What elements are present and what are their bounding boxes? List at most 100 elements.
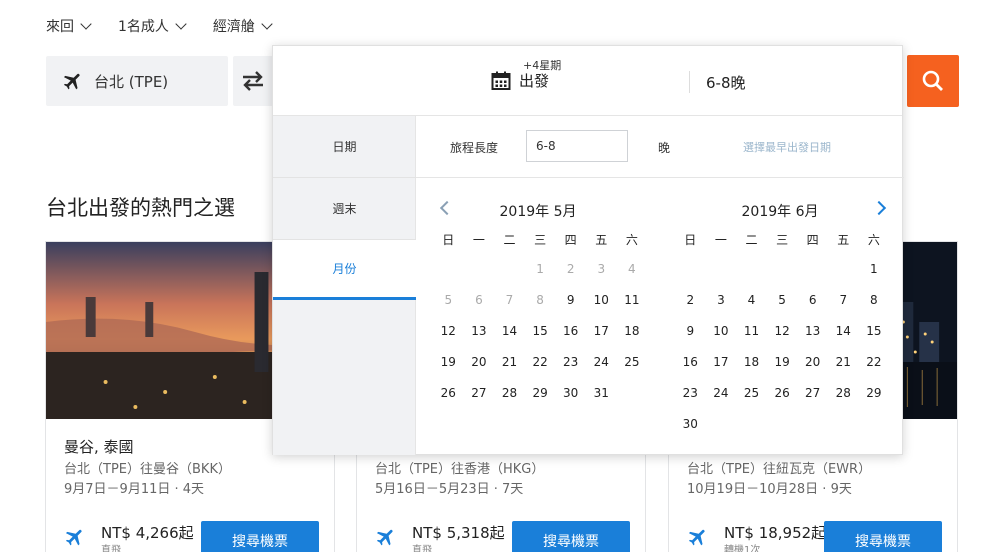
trip-length-input[interactable]: 6-8 [526,130,628,162]
search-flights-button[interactable]: 搜尋機票 [201,521,319,552]
calendar-empty-cell [433,262,464,276]
calendar-day[interactable]: 19 [767,355,798,369]
calendar-day[interactable]: 11 [617,293,648,307]
travelers-label: 1名成人 [118,19,169,35]
calendar-week-row: 5 6 7 8 9 10 11 [433,293,647,307]
calendar-day[interactable]: 27 [797,386,828,400]
calendar-day[interactable]: 26 [433,386,464,400]
tab-date[interactable]: 日期 [273,116,416,178]
calendar-day[interactable]: 10 [706,324,737,338]
calendar-day[interactable]: 11 [736,324,767,338]
calendar-day[interactable]: 24 [706,386,737,400]
tab-weekend[interactable]: 週末 [273,178,416,240]
weekday-label: 六 [867,233,880,247]
trip-type-dropdown[interactable]: 來回 [46,16,92,36]
month-title: 2019年 5月 [499,204,577,220]
calendar-day[interactable]: 5 [767,293,798,307]
calendar-empty-cell [706,262,737,276]
calendar-day[interactable]: 12 [767,324,798,338]
calendar-day[interactable]: 26 [767,386,798,400]
calendar-day[interactable]: 16 [555,324,586,338]
search-flights-button[interactable]: 搜尋機票 [824,521,942,552]
calendar-day[interactable]: 9 [675,324,706,338]
calendar-day[interactable]: 15 [525,324,556,338]
calendar-day[interactable]: 25 [736,386,767,400]
calendar-day[interactable]: 17 [586,324,617,338]
calendar-day[interactable]: 18 [736,355,767,369]
calendar-day[interactable]: 22 [525,355,556,369]
calendar-day[interactable]: 29 [525,386,556,400]
calendar-day[interactable]: 20 [797,355,828,369]
card-route: 台北（TPE）往香港（HKG） [375,462,545,477]
calendar-day[interactable]: 6 [797,293,828,307]
card-dates: 5月16日－5月23日 · 7天 [375,482,524,497]
calendar-day[interactable]: 13 [464,324,495,338]
calendar-week-row: 16 17 18 19 20 21 22 [675,355,889,369]
weekday-header: 日一二三四五六 [675,231,889,248]
weekday-label: 二 [503,233,516,247]
weekday-label: 日 [442,233,455,247]
swap-button[interactable] [233,56,273,106]
search-flights-button[interactable]: 搜尋機票 [512,521,630,552]
search-button[interactable] [907,55,959,107]
cabin-dropdown[interactable]: 經濟艙 [213,16,273,36]
calendar-week-row: 30 [675,417,889,431]
calendar-day[interactable]: 13 [797,324,828,338]
calendar-day[interactable]: 28 [494,386,525,400]
calendar-empty-cell [494,262,525,276]
calendar-day[interactable]: 1 [859,262,890,276]
calendar-day[interactable]: 23 [675,386,706,400]
calendar-day: 7 [505,293,514,307]
calendar-day[interactable]: 21 [494,355,525,369]
calendar-day[interactable]: 23 [555,355,586,369]
calendar-day: 3 [597,262,606,276]
calendar-day[interactable]: 7 [828,293,859,307]
travelers-dropdown[interactable]: 1名成人 [118,16,187,36]
calendar-day[interactable]: 19 [433,355,464,369]
calendar-day[interactable]: 24 [586,355,617,369]
calendar-empty-cell [464,262,495,276]
earliest-departure-hint: 選擇最早出發日期 [743,141,831,154]
calendar-day[interactable]: 12 [433,324,464,338]
weekday-label: 五 [837,233,850,247]
calendar-day[interactable]: 8 [859,293,890,307]
calendar-day[interactable]: 14 [494,324,525,338]
calendar-day[interactable]: 10 [586,293,617,307]
calendar-empty-cell [797,417,828,431]
nights-unit-label: 晚 [658,141,671,155]
calendar-day[interactable]: 31 [586,386,617,400]
calendar-day[interactable]: 4 [736,293,767,307]
calendar-day[interactable]: 30 [675,417,706,431]
origin-field[interactable]: 台北 (TPE) [46,56,228,106]
picker-mode-tabs: 日期 週末 月份 [273,116,416,455]
chevron-down-icon [80,18,92,30]
calendar-day[interactable]: 22 [859,355,890,369]
calendar-day[interactable]: 17 [706,355,737,369]
calendar-day[interactable]: 16 [675,355,706,369]
calendar-week-row: 19 20 21 22 23 24 25 [433,355,647,369]
calendar-day[interactable]: 30 [555,386,586,400]
calendar-day[interactable]: 14 [828,324,859,338]
calendar-empty-cell [828,262,859,276]
calendar-week-row: 2345678 [675,293,889,307]
calendar-day[interactable]: 29 [859,386,890,400]
calendar-day[interactable]: 27 [464,386,495,400]
card-stops: 轉機1次 [724,545,761,552]
card-route: 台北（TPE）往紐瓦克（EWR） [687,462,872,477]
trip-length-label: 旅程長度 [450,141,499,155]
calendar-day[interactable]: 3 [706,293,737,307]
nights-selector[interactable]: 6-8晚 [706,72,746,93]
calendar-day[interactable]: 15 [859,324,890,338]
calendar-day[interactable]: 20 [464,355,495,369]
weekday-label: 一 [472,233,485,247]
trip-length-row: 旅程長度 6-8 晚 選擇最早出發日期 [416,116,904,178]
tab-month[interactable]: 月份 [273,240,416,300]
calendar-day[interactable]: 21 [828,355,859,369]
calendar-day[interactable]: 18 [617,324,648,338]
calendar-day[interactable]: 28 [828,386,859,400]
calendar-day: 1 [536,262,544,276]
calendar-day[interactable]: 2 [675,293,706,307]
plane-icon [63,73,80,90]
calendar-day[interactable]: 9 [555,293,586,307]
calendar-day[interactable]: 25 [617,355,648,369]
